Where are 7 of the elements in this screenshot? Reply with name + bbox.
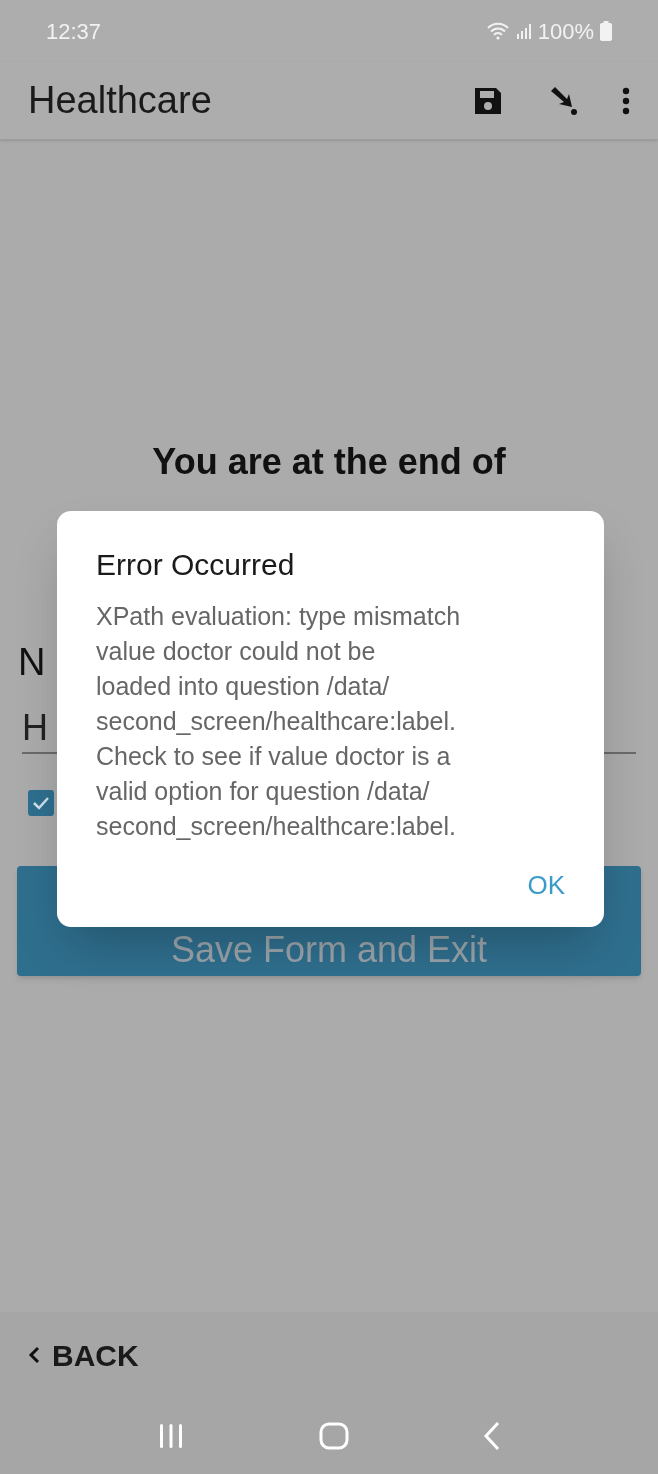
end-heading: You are at the end of <box>152 442 506 482</box>
app-title: Healthcare <box>28 78 212 123</box>
status-time: 12:37 <box>46 17 102 46</box>
battery-percentage: 100% <box>537 17 594 46</box>
field-label: N <box>18 640 46 684</box>
dialog-title: Error Occurred <box>96 547 296 583</box>
dialog-message: XPath evaluation: type mismatch value doctor could not be loaded into question /data/ second_screen/healthcare:label. Check to see if value doctor is a valid option for question /data/ second_screen/healthcare:label. <box>96 601 461 842</box>
